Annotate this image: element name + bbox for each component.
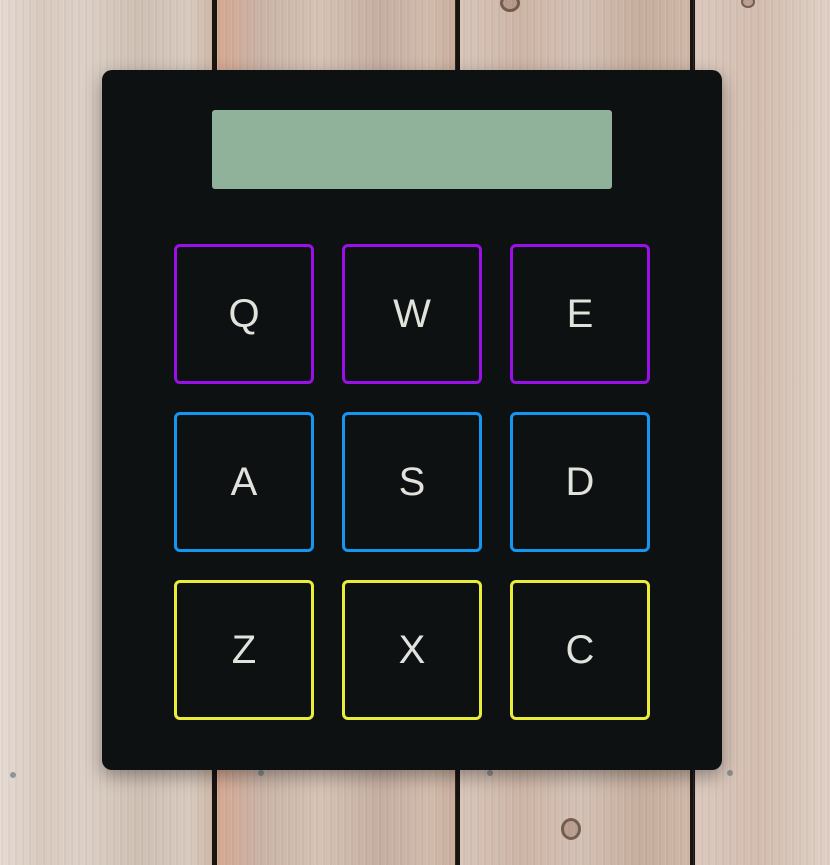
key-q[interactable]: Q	[174, 244, 314, 384]
key-d[interactable]: D	[510, 412, 650, 552]
nail-head	[727, 770, 733, 776]
nail-head	[10, 772, 16, 778]
keypad-device: Q W E A S D Z X C	[102, 70, 722, 770]
nail-head	[487, 770, 493, 776]
key-w[interactable]: W	[342, 244, 482, 384]
key-c[interactable]: C	[510, 580, 650, 720]
display-screen	[212, 110, 612, 189]
key-a[interactable]: A	[174, 412, 314, 552]
key-e[interactable]: E	[510, 244, 650, 384]
wood-knot	[561, 818, 581, 840]
key-x[interactable]: X	[342, 580, 482, 720]
wood-knot	[500, 0, 520, 12]
wood-knot	[741, 0, 755, 8]
nail-head	[258, 770, 264, 776]
key-s[interactable]: S	[342, 412, 482, 552]
key-z[interactable]: Z	[174, 580, 314, 720]
